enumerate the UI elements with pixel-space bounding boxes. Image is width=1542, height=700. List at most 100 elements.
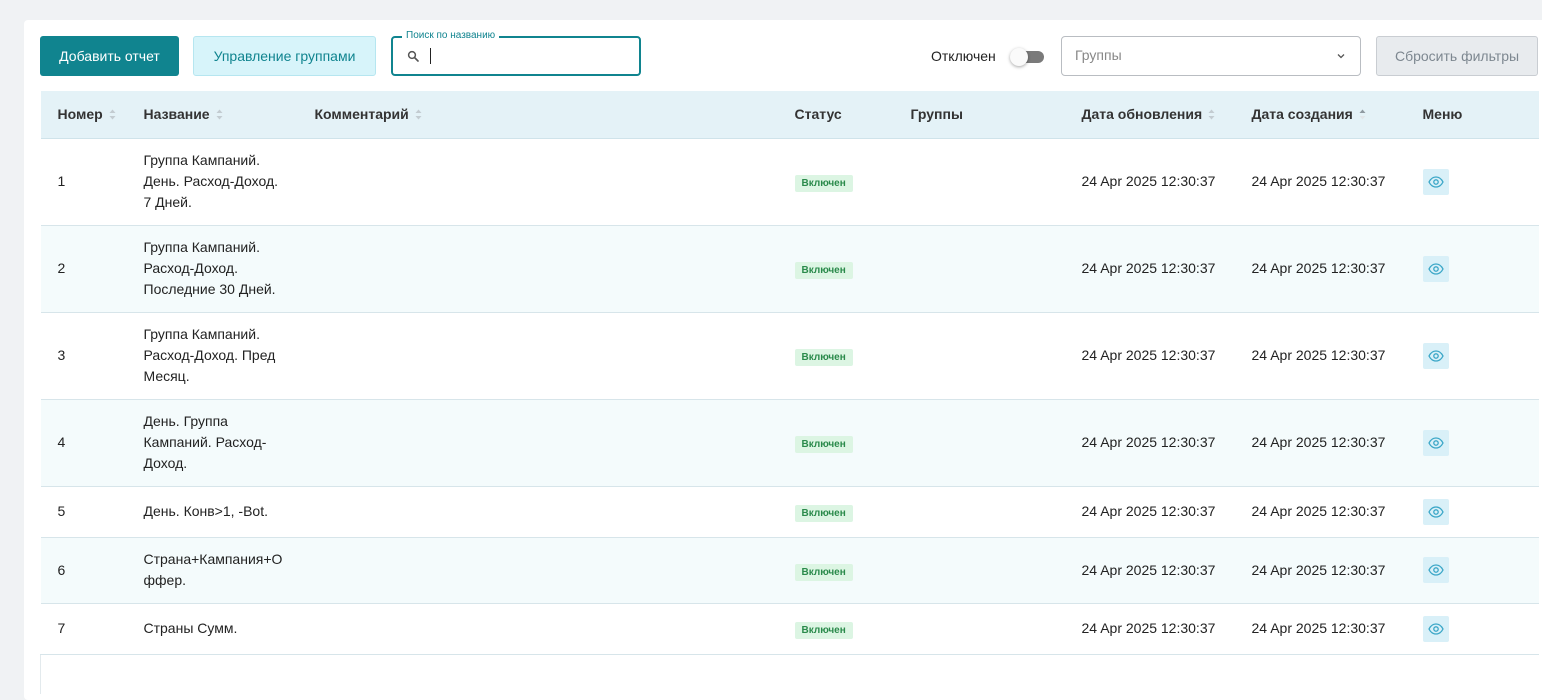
cell-groups (893, 225, 1065, 313)
sort-ascending-icon[interactable] (1359, 109, 1366, 120)
column-comment[interactable]: Комментарий (297, 91, 778, 139)
cell-groups (893, 603, 1065, 655)
manage-groups-button[interactable]: Управление группами (193, 36, 376, 76)
cell-comment (297, 399, 778, 487)
view-button[interactable] (1422, 168, 1449, 195)
status-badge: Включен (794, 563, 853, 581)
cell-name: Группа Кампаний. Расход-Доход. Пред Меся… (126, 312, 298, 400)
column-name-label: Название (143, 106, 210, 123)
cell-status: Включен (777, 399, 894, 487)
cell-number: 6 (40, 537, 127, 604)
reports-table: Номер Название Комментарий Статус Группы… (40, 91, 1539, 694)
groups-select[interactable]: Группы (1061, 36, 1361, 76)
cell-comment (297, 537, 778, 604)
table-row: 2 Группа Кампаний. Расход-Доход. Последн… (40, 225, 1539, 313)
cell-name: Группа Кампаний. Расход-Доход. Последние… (126, 225, 298, 313)
eye-icon (1427, 262, 1444, 275)
column-created-label: Дата создания (1251, 106, 1353, 123)
cell-name: Группа Кампаний. День. Расход-Доход. 7 Д… (126, 138, 298, 226)
table-row: 6 Страна+Кампания+Оффер. Включен 24 Apr … (40, 537, 1539, 604)
column-status: Статус (777, 91, 894, 139)
cell-comment (297, 138, 778, 226)
eye-icon (1427, 622, 1444, 635)
eye-icon (1427, 436, 1444, 449)
cell-status: Включен (777, 537, 894, 604)
cell-menu (1405, 537, 1539, 604)
cell-comment (297, 225, 778, 313)
column-name[interactable]: Название (126, 91, 298, 139)
column-number[interactable]: Номер (40, 91, 127, 139)
cell-created: 24 Apr 2025 12:30:37 (1234, 312, 1406, 400)
cell-menu (1405, 486, 1539, 538)
text-cursor (430, 48, 431, 64)
cell-number: 2 (40, 225, 127, 313)
cell-groups (893, 138, 1065, 226)
empty-cell (40, 654, 1539, 694)
cell-menu (1405, 312, 1539, 400)
table-row: 1 Группа Кампаний. День. Расход-Доход. 7… (40, 138, 1539, 226)
search-field[interactable]: Поиск по названию (391, 29, 641, 76)
cell-comment (297, 486, 778, 538)
search-label: Поиск по названию (402, 29, 500, 43)
cell-groups (893, 537, 1065, 604)
cell-name: Страна+Кампания+Оффер. (126, 537, 298, 604)
cell-groups (893, 312, 1065, 400)
cell-number: 1 (40, 138, 127, 226)
view-button[interactable] (1422, 429, 1449, 456)
column-status-label: Статус (794, 106, 842, 123)
view-button[interactable] (1422, 255, 1449, 282)
cell-created: 24 Apr 2025 12:30:37 (1234, 225, 1406, 313)
table-row: 5 День. Конв>1, -Bot. Включен 24 Apr 202… (40, 486, 1539, 538)
search-icon (407, 50, 419, 62)
add-report-button[interactable]: Добавить отчет (40, 36, 179, 76)
view-button[interactable] (1422, 498, 1449, 525)
cell-number: 7 (40, 603, 127, 655)
groups-select-placeholder: Группы (1075, 47, 1122, 63)
cell-status: Включен (777, 603, 894, 655)
search-input[interactable] (428, 46, 628, 66)
cell-updated: 24 Apr 2025 12:30:37 (1064, 603, 1235, 655)
sort-icon[interactable] (109, 109, 116, 120)
cell-created: 24 Apr 2025 12:30:37 (1234, 603, 1406, 655)
cell-groups (893, 486, 1065, 538)
cell-groups (893, 399, 1065, 487)
cell-created: 24 Apr 2025 12:30:37 (1234, 537, 1406, 604)
column-groups-label: Группы (910, 106, 963, 123)
eye-icon (1427, 349, 1444, 362)
cell-menu (1405, 399, 1539, 487)
cell-menu (1405, 225, 1539, 313)
column-menu: Меню (1405, 91, 1539, 139)
column-updated-label: Дата обновления (1081, 106, 1203, 123)
cell-menu (1405, 138, 1539, 226)
eye-icon (1427, 505, 1444, 518)
reset-filters-button[interactable]: Сбросить фильтры (1376, 36, 1538, 76)
status-badge: Включен (794, 622, 853, 639)
view-button[interactable] (1422, 342, 1449, 369)
cell-comment (297, 603, 778, 655)
table-row: 3 Группа Кампаний. Расход-Доход. Пред Ме… (40, 312, 1539, 400)
cell-name: Страны Сумм. (126, 603, 298, 655)
view-button[interactable] (1422, 615, 1449, 642)
status-badge: Включен (794, 175, 853, 192)
eye-icon (1427, 175, 1444, 188)
cell-number: 5 (40, 486, 127, 538)
status-badge: Включен (794, 436, 853, 453)
table-header-row: Номер Название Комментарий Статус Группы… (40, 91, 1539, 139)
cell-name: День. Конв>1, -Bot. (126, 486, 298, 538)
column-updated[interactable]: Дата обновления (1064, 91, 1235, 139)
column-menu-label: Меню (1422, 106, 1463, 123)
table-row: 4 День. Группа Кампаний. Расход-Доход. В… (40, 399, 1539, 487)
sort-icon[interactable] (415, 109, 422, 120)
column-created[interactable]: Дата создания (1234, 91, 1406, 139)
cell-status: Включен (777, 312, 894, 400)
status-badge: Включен (794, 505, 853, 522)
eye-icon (1427, 564, 1444, 576)
column-groups: Группы (893, 91, 1065, 139)
disabled-toggle[interactable] (1010, 48, 1044, 66)
chevron-down-icon (1337, 54, 1345, 59)
view-button[interactable] (1422, 557, 1449, 583)
toggle-knob (1010, 48, 1028, 66)
sort-icon[interactable] (1208, 109, 1215, 120)
sort-icon[interactable] (216, 109, 223, 120)
cell-name: День. Группа Кампаний. Расход-Доход. (126, 399, 298, 487)
